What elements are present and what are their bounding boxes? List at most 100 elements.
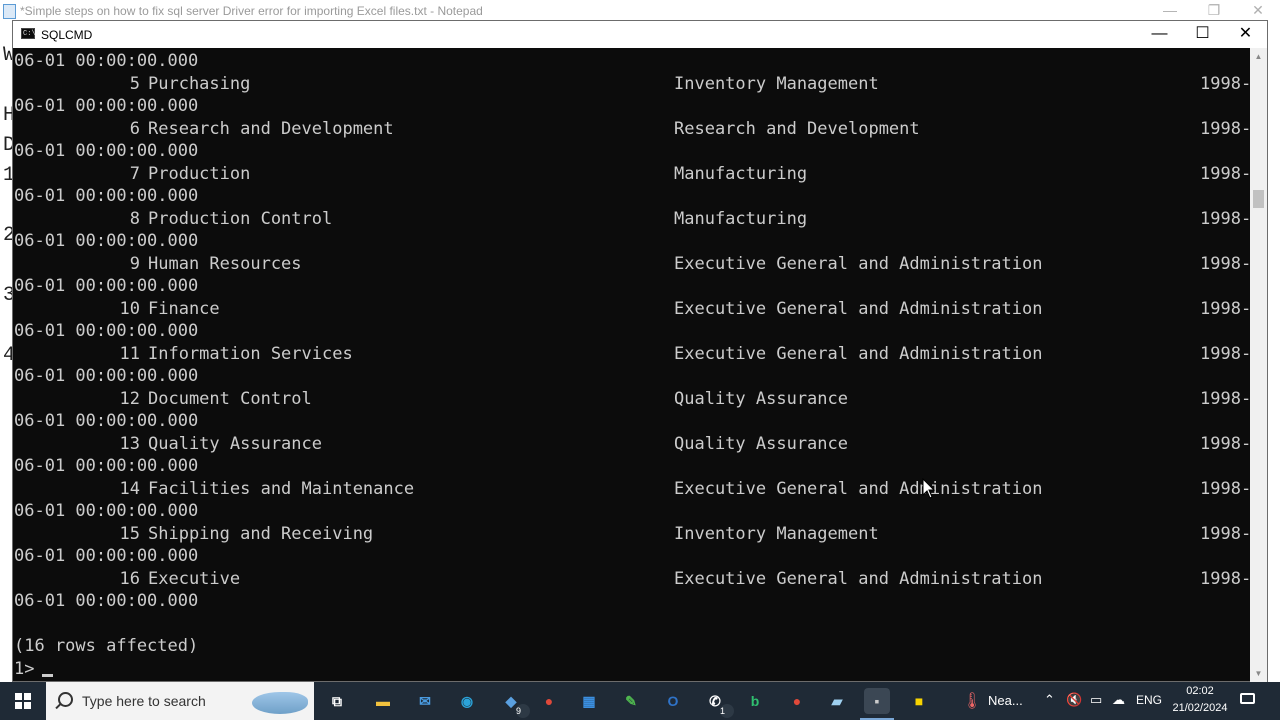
row-id: 13 — [119, 433, 140, 454]
notepad-close-button[interactable]: ✕ — [1236, 0, 1280, 22]
show-hidden-icons-icon[interactable]: ⌃ — [1044, 692, 1055, 708]
sqlcmd-window: C:\ SQLCMD — ☐ ✕ 06-01 00:00:00.000 5 Purc… — [12, 20, 1268, 682]
date-continuation: 06-01 00:00:00.000 — [14, 546, 199, 566]
row-group-name: Inventory Management — [674, 523, 879, 544]
rows-affected-message: (16 rows affected) — [14, 636, 199, 656]
notepad-text-fragment: 3 — [3, 284, 12, 307]
row-modified-year: 1998- — [1200, 388, 1250, 409]
row-id: 7 — [129, 163, 140, 184]
weather-text[interactable]: Nea... — [988, 693, 1023, 708]
row-modified-year: 1998- — [1200, 163, 1250, 184]
row-group-name: Executive General and Administration — [674, 298, 1043, 319]
row-group-name: Executive General and Administration — [674, 568, 1043, 589]
mouse-pointer-icon — [922, 478, 936, 499]
notepad-minimize-button[interactable]: — — [1148, 0, 1192, 22]
row-modified-year: 1998- — [1200, 73, 1250, 94]
row-modified-year: 1998- — [1200, 253, 1250, 274]
row-department-name: Human Resources — [148, 253, 302, 274]
row-group-name: Research and Development — [674, 118, 920, 139]
row-id: 12 — [119, 388, 140, 409]
row-department-name: Research and Development — [148, 118, 394, 139]
taskbar-search-box[interactable]: Type here to search — [46, 682, 314, 720]
mail-icon[interactable]: ✉ — [412, 688, 438, 714]
row-department-name: Executive — [148, 568, 241, 589]
language-indicator[interactable]: ENG — [1136, 693, 1162, 707]
row-department-name: Finance — [148, 298, 220, 319]
scroll-down-arrow-icon[interactable]: ▼ — [1250, 665, 1267, 682]
notepad-text-fragment: 2 — [3, 224, 12, 247]
windows-logo-icon — [15, 693, 31, 709]
console-output[interactable]: 06-01 00:00:00.000 5 Purchasing Inventory M… — [14, 48, 1250, 682]
row-modified-year: 1998- — [1200, 568, 1250, 589]
search-icon — [58, 692, 73, 707]
row-id: 6 — [129, 118, 140, 139]
notepad-restore-button[interactable]: ❐ — [1192, 0, 1236, 22]
notepad-window-title: *Simple steps on how to fix sql server D… — [20, 4, 483, 18]
scroll-up-arrow-icon[interactable]: ▲ — [1250, 48, 1267, 65]
row-modified-year: 1998- — [1200, 433, 1250, 454]
taskbar: Type here to search ⧉ ▬ ✉ ◉ ◆ 9 ● ▦ ✎ O ✆ 1 b ● ▰ ▪ ■ 🌡 … — [0, 682, 1280, 720]
file-explorer-icon[interactable]: ▬ — [370, 688, 396, 714]
notification-badge: 9 — [516, 704, 530, 718]
maximize-button[interactable]: ☐ — [1181, 21, 1224, 48]
date-continuation: 06-01 00:00:00.000 — [14, 141, 199, 161]
edge-icon[interactable]: ◉ — [454, 688, 480, 714]
chrome-profile-icon[interactable]: ● — [784, 688, 810, 714]
row-modified-year: 1998- — [1200, 343, 1250, 364]
row-modified-year: 1998- — [1200, 478, 1250, 499]
console-scrollbar[interactable]: ▲ ▼ — [1250, 48, 1267, 682]
clock-time[interactable]: 02:02 — [1178, 685, 1222, 697]
minimize-button[interactable]: — — [1138, 21, 1181, 48]
row-group-name: Quality Assurance — [674, 388, 848, 409]
row-department-name: Document Control — [148, 388, 312, 409]
sqlcmd-window-title: SQLCMD — [41, 28, 93, 42]
clock-date[interactable]: 21/02/2024 — [1168, 702, 1232, 714]
notepad-icon[interactable]: ▰ — [824, 688, 850, 714]
date-continuation: 06-01 00:00:00.000 — [14, 231, 199, 251]
row-group-name: Quality Assurance — [674, 433, 848, 454]
date-continuation: 06-01 00:00:00.000 — [14, 501, 199, 521]
row-department-name: Production Control — [148, 208, 333, 229]
network-icon[interactable]: ▭ — [1090, 692, 1102, 708]
date-continuation: 06-01 00:00:00.000 — [14, 51, 199, 71]
row-modified-year: 1998- — [1200, 298, 1250, 319]
outlook-icon[interactable]: O — [660, 688, 686, 714]
command-prompt: 1> — [14, 658, 54, 680]
sticky-notes-icon[interactable]: ■ — [906, 688, 932, 714]
row-modified-year: 1998- — [1200, 523, 1250, 544]
notepad-text-fragment: D — [3, 134, 12, 157]
notepad-titlebar: *Simple steps on how to fix sql server D… — [0, 0, 1280, 22]
notepad-text-area[interactable]: W H D 1 2 3 4 — [0, 22, 12, 682]
volume-muted-icon[interactable]: 🔇 — [1066, 692, 1082, 708]
row-department-name: Facilities and Maintenance — [148, 478, 415, 499]
notepad-text-fragment: W — [3, 44, 12, 67]
onedrive-icon[interactable]: ☁ — [1112, 692, 1125, 708]
row-group-name: Inventory Management — [674, 73, 879, 94]
chrome-icon[interactable]: ● — [536, 688, 562, 714]
close-button[interactable]: ✕ — [1224, 21, 1267, 48]
date-continuation: 06-01 00:00:00.000 — [14, 456, 199, 476]
start-button[interactable] — [0, 682, 46, 720]
scrollbar-thumb[interactable] — [1253, 190, 1264, 208]
row-group-name: Executive General and Administration — [674, 253, 1043, 274]
date-continuation: 06-01 00:00:00.000 — [14, 186, 199, 206]
weather-thermometer-icon[interactable]: 🌡 — [962, 691, 982, 711]
search-highlight-image — [252, 692, 308, 714]
row-id: 9 — [129, 253, 140, 274]
row-department-name: Production — [148, 163, 251, 184]
task-view-icon[interactable]: ⧉ — [324, 688, 350, 714]
store-icon[interactable]: ▦ — [576, 688, 602, 714]
date-continuation: 06-01 00:00:00.000 — [14, 366, 199, 386]
notepad-text-fragment: H — [3, 104, 12, 127]
sqlcmd-titlebar[interactable]: C:\ SQLCMD — ☐ ✕ — [13, 21, 1267, 48]
excel-icon[interactable]: ✎ — [618, 688, 644, 714]
row-group-name: Executive General and Administration — [674, 343, 1043, 364]
date-continuation: 06-01 00:00:00.000 — [14, 321, 199, 341]
notification-center-icon[interactable] — [1238, 691, 1258, 709]
date-continuation: 06-01 00:00:00.000 — [14, 96, 199, 116]
cmd-icon[interactable]: ▪ — [860, 688, 894, 720]
row-id: 8 — [129, 208, 140, 229]
row-department-name: Quality Assurance — [148, 433, 322, 454]
row-group-name: Manufacturing — [674, 163, 808, 184]
bing-icon[interactable]: b — [742, 688, 768, 714]
